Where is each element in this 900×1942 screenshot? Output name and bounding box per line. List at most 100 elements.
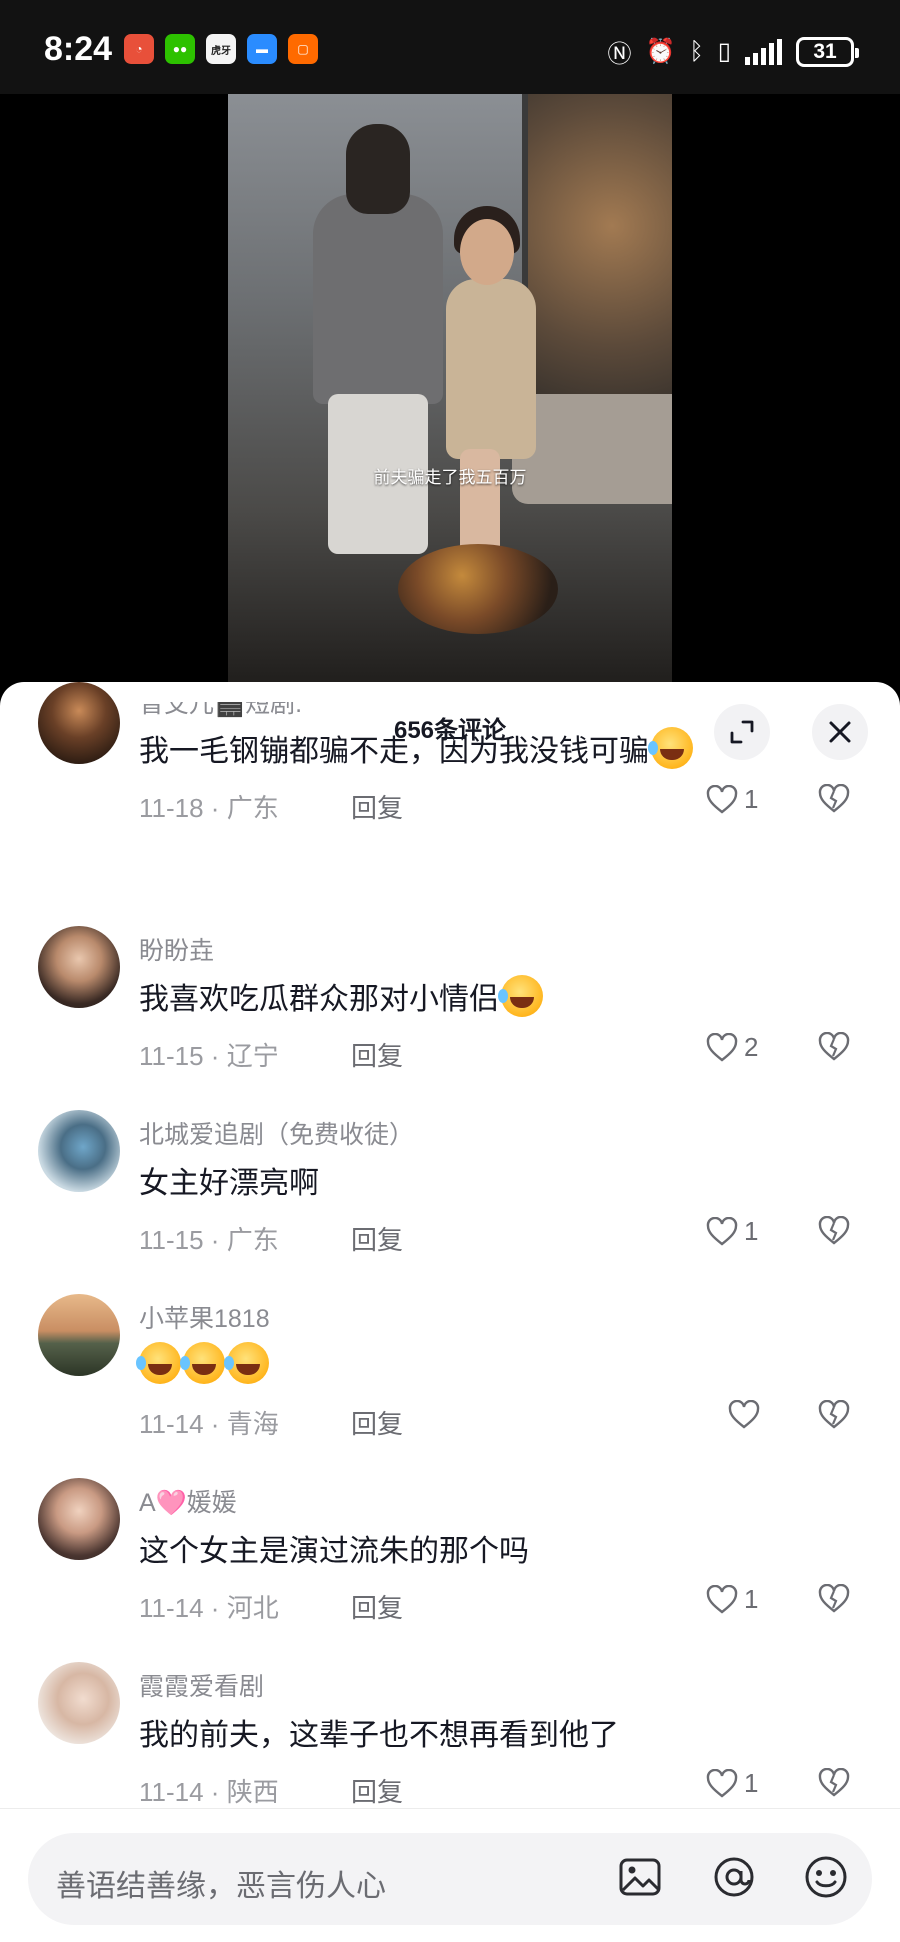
dislike-button[interactable]: [818, 1583, 850, 1619]
comment-text: [136, 1342, 269, 1384]
video-fruit-bowl: [398, 544, 558, 634]
comment-meta: 11-14 · 青海: [139, 1409, 279, 1439]
like-button[interactable]: 1: [706, 1584, 758, 1615]
broken-heart-icon: [818, 783, 850, 813]
laughing-crying-emoji-icon: [180, 1342, 225, 1384]
comment-meta: 11-18 · 广东: [139, 793, 279, 823]
reply-button[interactable]: 回复: [351, 1772, 403, 1809]
reply-button[interactable]: 回复: [351, 1588, 403, 1625]
avatar[interactable]: [38, 1294, 120, 1376]
weibo-icon: ◔: [124, 34, 154, 64]
video-frame: 前夫骗走了我五百万: [228, 94, 672, 690]
huya-icon: 虎牙: [206, 34, 236, 64]
comment-meta: 11-15 · 广东: [139, 1225, 279, 1255]
nfc-icon: Ⓝ: [607, 41, 632, 68]
broken-heart-icon: [818, 1767, 850, 1797]
reply-button[interactable]: 回复: [351, 1036, 403, 1073]
notification-icons: ◔ ●● 虎牙 ▬ ▢: [124, 34, 318, 64]
comments-sheet: 656条评论 曾艾儿🎬短剧. 我一毛钢镚都骗不走，因为我没钱可骗 11-18 ·…: [0, 682, 900, 1942]
system-icons: Ⓝ ⏰ ᛒ ▯ 31: [607, 34, 859, 69]
like-count: 1: [744, 1584, 759, 1614]
like-button[interactable]: 1: [706, 1216, 758, 1247]
mention-icon: [714, 1857, 754, 1897]
comment-meta: 11-15 · 辽宁: [139, 1041, 279, 1071]
comment-text: 女主好漂亮啊: [139, 1167, 319, 1200]
video-woman-head: [460, 219, 514, 285]
video-subtitle: 前夫骗走了我五百万: [373, 468, 527, 487]
vibrate-icon: ▯: [717, 38, 731, 65]
battery-icon: 31: [796, 36, 859, 67]
broken-heart-icon: [818, 1583, 850, 1613]
wechat-icon: ●●: [165, 34, 195, 64]
comment-input-placeholder: 善语结善缘，恶言伤人心: [56, 1870, 386, 1903]
reply-button[interactable]: 回复: [351, 1220, 403, 1257]
like-button[interactable]: 1: [706, 784, 758, 815]
comment-text: 这个女主是演过流朱的那个吗: [139, 1535, 529, 1568]
comment-item: A🩷媛媛 这个女主是演过流朱的那个吗 11-14 · 河北 回复 1: [0, 1478, 900, 1662]
image-icon: [619, 1858, 661, 1896]
avatar[interactable]: [38, 926, 120, 1008]
broken-heart-icon: [818, 1215, 850, 1245]
reply-button[interactable]: 回复: [351, 788, 403, 825]
comment-text: 我喜欢吃瓜群众那对小情侣: [139, 974, 543, 1018]
like-button[interactable]: 1: [706, 1768, 758, 1799]
alarm-icon: ⏰: [645, 38, 676, 65]
avatar[interactable]: [38, 1110, 120, 1192]
heart-icon: [728, 1400, 760, 1429]
comment-username[interactable]: 盼盼垚: [139, 931, 214, 967]
dislike-button[interactable]: [818, 1215, 850, 1251]
like-count: 1: [744, 1768, 759, 1798]
like-count: 2: [744, 1032, 759, 1062]
video-player[interactable]: 前夫骗走了我五百万: [0, 94, 900, 690]
comment-text: 我的前夫，这辈子也不想再看到他了: [139, 1719, 619, 1752]
heart-icon: [706, 1768, 738, 1798]
comment-item: 曾艾儿🎬短剧. 我一毛钢镚都骗不走，因为我没钱可骗 11-18 · 广东 回复 …: [0, 682, 900, 823]
comment-username[interactable]: 曾艾儿🎬短剧.: [139, 702, 302, 720]
laughing-crying-emoji-icon: [648, 727, 693, 769]
comment-item: 盼盼垚 我喜欢吃瓜群众那对小情侣 11-15 · 辽宁 回复 2: [0, 926, 900, 1110]
bluetooth-icon: ᛒ: [689, 37, 704, 65]
laughing-crying-emoji-icon: [498, 975, 543, 1017]
status-time: 8:24: [44, 30, 113, 68]
like-count: 1: [744, 1216, 759, 1246]
comment-input[interactable]: 善语结善缘，恶言伤人心: [28, 1833, 872, 1925]
heart-icon: [706, 1216, 738, 1246]
signal-icon: [745, 38, 782, 65]
like-count: 1: [744, 784, 759, 814]
like-button[interactable]: 2: [706, 1032, 758, 1063]
broken-heart-icon: [818, 1031, 850, 1061]
dislike-button[interactable]: [818, 1767, 850, 1803]
reply-button[interactable]: 回复: [351, 1404, 403, 1441]
like-button[interactable]: [728, 1400, 760, 1430]
comment-username[interactable]: 霞霞爱看剧: [139, 1667, 264, 1703]
comment-username[interactable]: A🩷媛媛: [139, 1483, 237, 1519]
video-man-head: [346, 124, 410, 214]
dislike-button[interactable]: [818, 1031, 850, 1067]
comment-input-bar: 善语结善缘，恶言伤人心: [0, 1808, 900, 1942]
dislike-button[interactable]: [818, 783, 850, 819]
emoji-button[interactable]: [800, 1851, 852, 1903]
laughing-crying-emoji-icon: [224, 1342, 269, 1384]
image-button[interactable]: [614, 1851, 666, 1903]
avatar[interactable]: [38, 682, 120, 764]
emoji-icon: [805, 1856, 847, 1898]
comment-item: 北城爱追剧（免费收徒） 女主好漂亮啊 11-15 · 广东 回复 1: [0, 1110, 900, 1294]
comment-username[interactable]: 北城爱追剧（免费收徒）: [139, 1115, 414, 1151]
heart-icon: [706, 784, 738, 814]
comment-username[interactable]: 小苹果1818: [139, 1299, 270, 1335]
taobao-icon: ▢: [288, 34, 318, 64]
message-icon: ▬: [247, 34, 277, 64]
heart-icon: [706, 1032, 738, 1062]
video-man: [313, 194, 443, 404]
avatar[interactable]: [38, 1662, 120, 1744]
video-window-bg: [522, 94, 672, 424]
comment-text: 我一毛钢镚都骗不走，因为我没钱可骗: [139, 726, 693, 770]
mention-button[interactable]: [708, 1851, 760, 1903]
comment-meta: 11-14 · 陕西: [139, 1777, 279, 1807]
broken-heart-icon: [818, 1399, 850, 1429]
video-woman: [446, 279, 536, 459]
dislike-button[interactable]: [818, 1399, 850, 1435]
comment-item: 小苹果1818 11-14 · 青海 回复: [0, 1294, 900, 1478]
status-bar: 8:24 ◔ ●● 虎牙 ▬ ▢ Ⓝ ⏰ ᛒ ▯ 31: [0, 0, 900, 94]
avatar[interactable]: [38, 1478, 120, 1560]
